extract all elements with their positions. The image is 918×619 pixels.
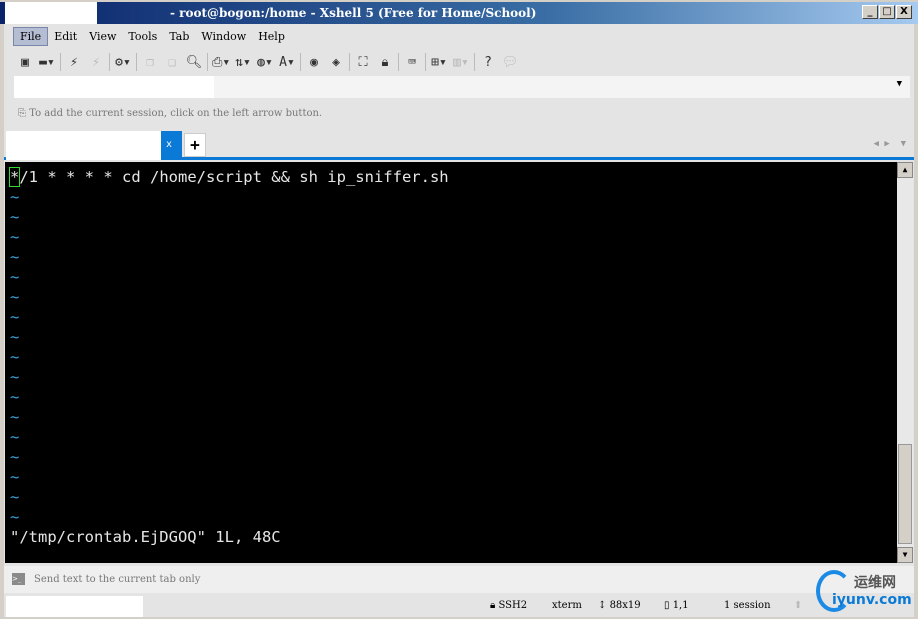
tab-bar: x + ◀ ▶ ▼ [4,131,914,160]
empty-line-tilde: ~ [10,428,20,446]
copy-icon[interactable]: ❐ [141,55,159,70]
help-icon[interactable]: ? [479,55,497,70]
empty-line-tilde: ~ [10,508,20,526]
empty-line-tilde: ~ [10,328,20,346]
fullscreen-icon[interactable]: ⛶ [354,55,372,70]
term-type: xterm [552,600,582,611]
empty-line-tilde: ~ [10,288,20,306]
menu-tab[interactable]: Tab [163,28,195,45]
maximize-button[interactable]: □ [879,5,895,19]
layout-icon[interactable]: ▥▾ [452,55,470,70]
connect-icon[interactable]: ⚡ [65,55,83,70]
empty-line-tilde: ~ [10,368,20,386]
vim-status-line: "/tmp/crontab.EjDGOQ" 1L, 48C [10,528,281,546]
cursor: * [8,167,21,187]
terminal[interactable]: */1 * * * * cd /home/script && sh ip_sni… [5,162,897,563]
menu-window[interactable]: Window [195,28,252,45]
menu-view[interactable]: View [83,28,122,45]
redacted-area [6,596,143,617]
paste-icon[interactable]: ❏ [163,55,181,70]
terminal-line: */1 * * * * cd /home/script && sh ip_sni… [8,167,449,187]
term-size: ↕ 88x19 [598,600,641,611]
empty-line-tilde: ~ [10,228,20,246]
session-hint: ⎘ To add the current session, click on t… [18,108,323,119]
add-tab-button[interactable]: + [184,133,206,157]
empty-line-tilde: ~ [10,268,20,286]
menu-bar: File Edit View Tools Tab Window Help [4,24,914,48]
compose-bar[interactable]: >_ Send text to the current tab only [4,566,914,593]
keyboard-icon[interactable]: ⌨ [403,55,421,70]
globe-icon[interactable]: ◍▾ [256,55,274,70]
menu-help[interactable]: Help [252,28,291,45]
empty-line-tilde: ~ [10,408,20,426]
print-icon[interactable]: ⎙▾ [212,55,230,70]
protocol-status: 🔒︎ SSH2 [490,600,528,611]
arrow-up-icon[interactable]: ⬆ [794,594,802,617]
empty-line-tilde: ~ [10,248,20,266]
font-icon[interactable]: A▾ [278,55,296,70]
empty-line-tilde: ~ [10,188,20,206]
window-title: - root@bogon:/home - Xshell 5 (Free for … [170,6,537,20]
hint-text: To add the current session, click on the… [29,108,323,119]
empty-line-tilde: ~ [10,448,20,466]
session-count: 1 session [724,600,771,611]
tab-close-button[interactable]: x [166,139,172,150]
chevron-down-icon[interactable]: ▼ [897,79,902,89]
redacted-area [14,76,214,98]
menu-file[interactable]: File [13,26,49,46]
watermark-logo: 运维网 iyunv.com [812,570,912,616]
cursor-position: ▯ 1,1 [664,600,689,611]
lock-icon[interactable]: 🔒︎ [376,55,394,70]
title-bar: - root@bogon:/home - Xshell 5 (Free for … [0,2,918,26]
address-bar[interactable]: ▼ [14,76,910,98]
open-icon[interactable]: ▬▾ [38,55,56,70]
close-button[interactable]: X [896,5,912,19]
chat-icon[interactable]: 💬︎ [501,55,519,70]
properties-icon[interactable]: ⚙▾ [114,55,132,70]
menu-edit[interactable]: Edit [48,28,83,45]
disconnect-icon[interactable]: ⚡ [87,55,105,70]
empty-line-tilde: ~ [10,308,20,326]
find-icon[interactable]: 🔍︎ [185,55,203,70]
compose-text: Send text to the current tab only [34,574,201,585]
scroll-thumb[interactable] [898,444,912,544]
redacted-area [6,131,161,160]
xftp-icon[interactable]: ◉ [305,55,323,70]
tab-nav-arrows[interactable]: ◀ ▶ ▼ [873,139,906,149]
empty-line-tilde: ~ [10,348,20,366]
new-tab-icon[interactable]: ⊞▾ [430,55,448,70]
empty-line-tilde: ~ [10,208,20,226]
empty-line-tilde: ~ [10,488,20,506]
crontab-entry: /1 * * * * cd /home/script && sh ip_snif… [19,168,449,186]
status-bar: 🔒︎ SSH2 xterm ↕ 88x19 ▯ 1,1 1 session ⬆ [4,594,914,617]
empty-line-tilde: ~ [10,468,20,486]
toolbar: ▣ ▬▾ ⚡ ⚡ ⚙▾ ❐ ❏ 🔍︎ ⎙▾ ⇅▾ ◍▾ A▾ ◉ ◈ ⛶ 🔒︎ … [4,51,914,73]
minimize-button[interactable]: _ [862,5,878,19]
empty-line-tilde: ~ [10,388,20,406]
redacted-area [5,2,97,26]
scroll-down-button[interactable]: ▼ [897,547,913,563]
terminal-icon: >_ [12,573,25,585]
tab-session[interactable]: x [6,131,182,160]
xmanager-icon[interactable]: ◈ [327,55,345,70]
xshell-app: File Edit View Tools Tab Window Help ▣ ▬… [4,24,914,617]
new-session-icon[interactable]: ▣ [16,55,34,70]
scroll-up-button[interactable]: ▲ [897,162,913,178]
menu-tools[interactable]: Tools [122,28,163,45]
vertical-scrollbar[interactable]: ▲ ▼ [897,162,913,563]
transfer-icon[interactable]: ⇅▾ [234,55,252,70]
